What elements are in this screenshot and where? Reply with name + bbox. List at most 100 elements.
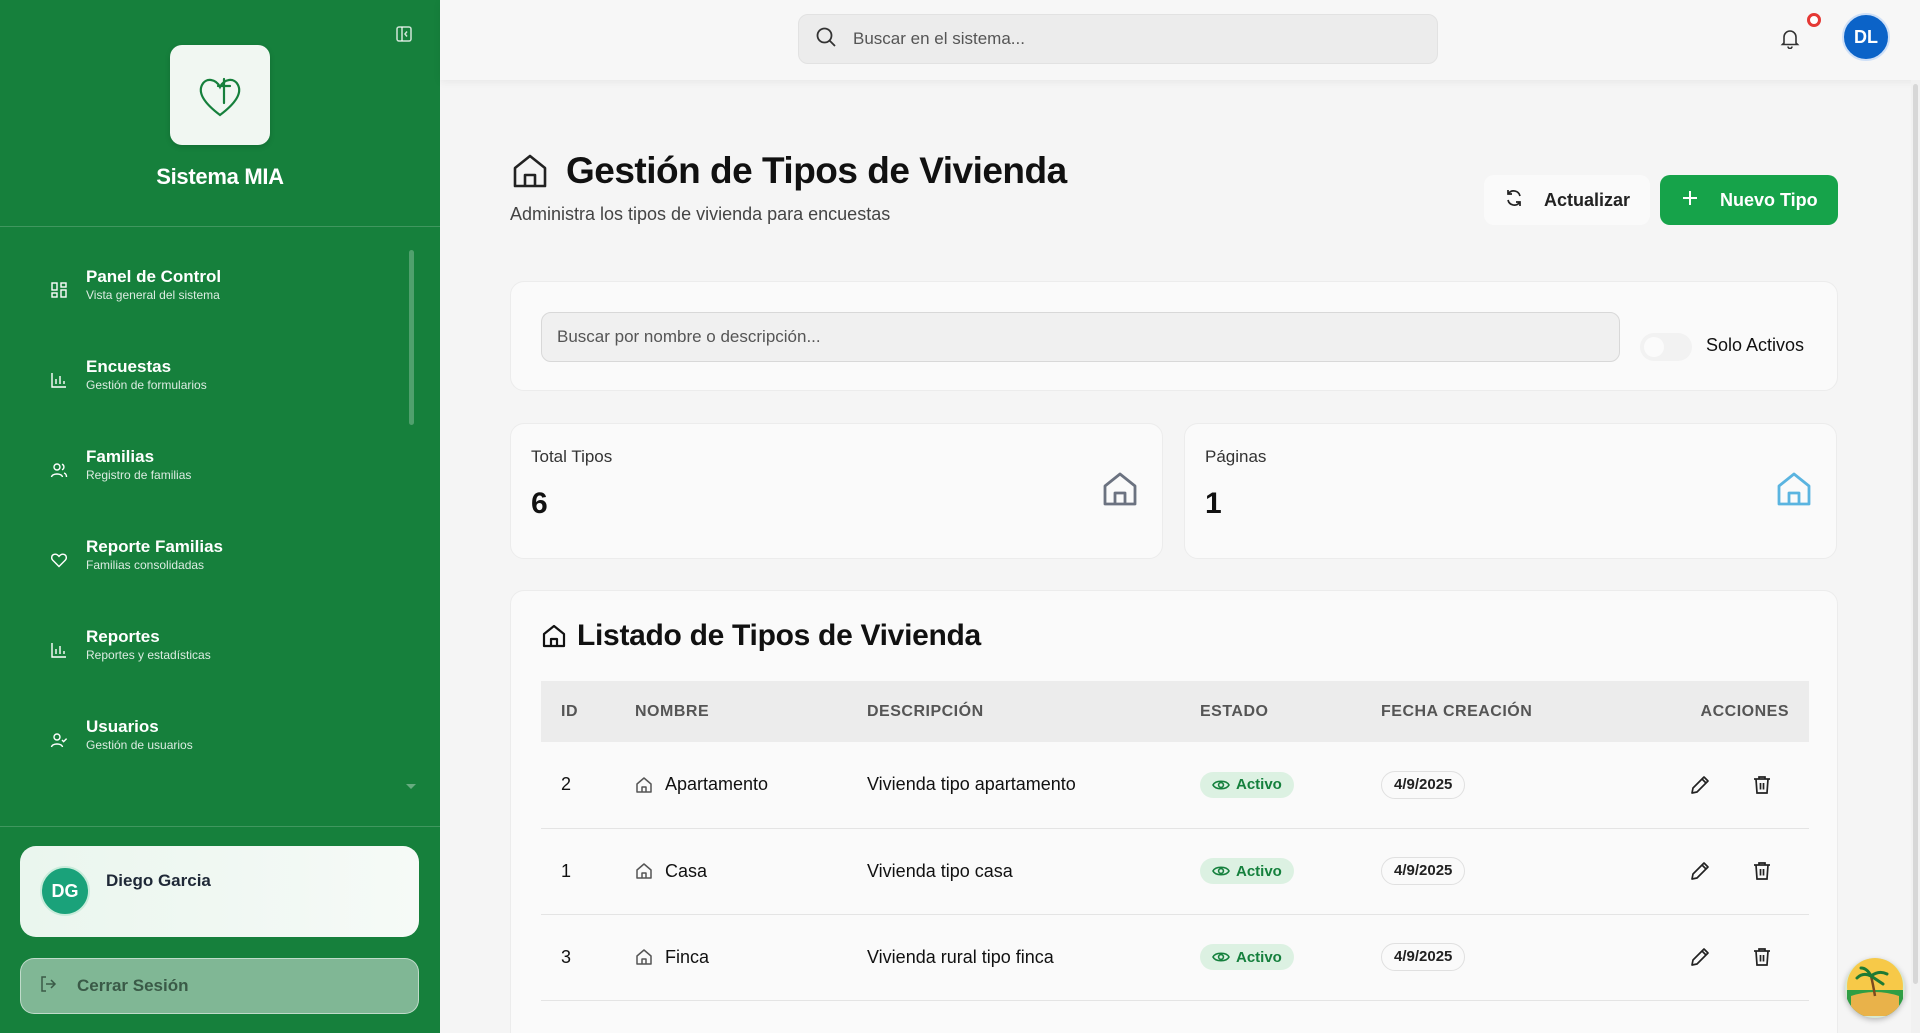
sidebar-item-subtitle: Registro de familias bbox=[86, 468, 192, 482]
home-icon bbox=[1100, 469, 1140, 509]
sidebar-item-subtitle: Familias consolidadas bbox=[86, 558, 205, 572]
filter-search-input[interactable] bbox=[541, 312, 1620, 362]
cell-actions bbox=[1591, 742, 1809, 829]
scroll-down-icon[interactable] bbox=[406, 784, 416, 789]
table-row: 2 Apartamento Vivienda tipo apartamento … bbox=[541, 742, 1809, 829]
trash-icon[interactable] bbox=[1751, 860, 1773, 882]
stat-card-total: Total Tipos 6 bbox=[510, 423, 1163, 559]
sidebar-collapse-icon[interactable] bbox=[394, 24, 414, 44]
home-icon bbox=[1774, 469, 1814, 509]
eye-icon bbox=[1212, 950, 1230, 964]
users-icon bbox=[48, 459, 70, 481]
sidebar-nav: Panel de Control Vista general del siste… bbox=[0, 240, 420, 780]
status-badge: Activo bbox=[1200, 771, 1294, 798]
assistant-fab[interactable] bbox=[1845, 958, 1905, 1018]
cell-actions bbox=[1591, 914, 1809, 1001]
cell-description: Vivienda rural tipo finca bbox=[847, 914, 1180, 1001]
island-icon bbox=[1845, 958, 1905, 1018]
cell-name: Apartamento bbox=[615, 742, 847, 829]
status-label: Activo bbox=[1236, 862, 1282, 880]
sidebar-item-title: Panel de Control bbox=[86, 267, 222, 286]
bell-icon[interactable] bbox=[1779, 27, 1803, 51]
stat-card-pages: Páginas 1 bbox=[1184, 423, 1837, 559]
header-avatar[interactable]: DL bbox=[1842, 13, 1890, 61]
home-icon bbox=[635, 862, 653, 880]
cell-status: Activo bbox=[1180, 742, 1361, 829]
column-header-acciones: ACCIONES bbox=[1700, 702, 1789, 720]
cell-id: 1 bbox=[541, 828, 615, 915]
edit-icon[interactable] bbox=[1689, 860, 1711, 882]
bar-chart-icon bbox=[48, 369, 70, 391]
cell-date: 4/9/2025 bbox=[1361, 914, 1591, 1001]
bar-chart-icon bbox=[48, 639, 70, 661]
sidebar-scrollbar[interactable] bbox=[409, 250, 414, 425]
app-logo bbox=[170, 45, 270, 145]
sidebar-item-title: Encuestas bbox=[86, 357, 172, 376]
cell-status: Activo bbox=[1180, 914, 1361, 1001]
cell-name: Finca bbox=[615, 914, 847, 1001]
column-header-descripcion[interactable]: DESCRIPCIÓN bbox=[847, 681, 1180, 742]
status-badge: Activo bbox=[1200, 858, 1294, 884]
date-pill: 4/9/2025 bbox=[1381, 770, 1466, 799]
sidebar-item-title: Reporte Familias bbox=[86, 537, 223, 556]
sidebar-item-encuestas[interactable]: Encuestas Gestión de formularios bbox=[0, 330, 420, 420]
sidebar-item-panel-de-control[interactable]: Panel de Control Vista general del siste… bbox=[0, 240, 420, 330]
page-header: Gestión de Tipos de Vivienda Administra … bbox=[510, 150, 1067, 225]
filter-card: Solo Activos bbox=[510, 281, 1838, 391]
home-icon bbox=[541, 623, 567, 649]
status-label: Activo bbox=[1236, 948, 1282, 966]
column-header-id[interactable]: ID bbox=[541, 681, 615, 742]
types-table: ID NOMBRE DESCRIPCIÓN ESTADO FECHA CREAC… bbox=[541, 681, 1809, 1001]
list-title: Listado de Tipos de Vivienda bbox=[541, 619, 981, 653]
page-title: Gestión de Tipos de Vivienda bbox=[566, 150, 1067, 191]
column-header-fecha[interactable]: FECHA CREACIÓN bbox=[1361, 681, 1591, 742]
global-search-input[interactable] bbox=[853, 29, 1393, 49]
refresh-icon bbox=[1504, 188, 1524, 213]
user-avatar: DG bbox=[40, 866, 90, 916]
trash-icon[interactable] bbox=[1751, 774, 1773, 796]
active-only-label: Solo Activos bbox=[1706, 335, 1805, 355]
sidebar-item-reportes[interactable]: Reportes Reportes y estadísticas bbox=[0, 600, 420, 690]
sidebar-item-subtitle: Gestión de formularios bbox=[86, 378, 207, 392]
edit-icon[interactable] bbox=[1689, 946, 1711, 968]
eye-icon bbox=[1212, 778, 1230, 792]
new-type-button[interactable]: Nuevo Tipo bbox=[1660, 175, 1838, 225]
sidebar: Sistema MIA Panel de Control Vista gener… bbox=[0, 0, 440, 1033]
sidebar-item-usuarios[interactable]: Usuarios Gestión de usuarios bbox=[0, 690, 420, 780]
sidebar-divider bbox=[0, 826, 440, 827]
row-name: Finca bbox=[665, 946, 710, 967]
global-search[interactable] bbox=[798, 14, 1438, 64]
row-name: Apartamento bbox=[665, 774, 769, 795]
active-only-toggle[interactable] bbox=[1640, 333, 1692, 361]
stat-value: 6 bbox=[531, 487, 548, 520]
date-pill: 4/9/2025 bbox=[1381, 857, 1466, 885]
page-scrollbar-thumb[interactable] bbox=[1913, 84, 1918, 984]
home-icon bbox=[510, 151, 550, 191]
date-pill: 4/9/2025 bbox=[1381, 943, 1466, 971]
home-icon bbox=[635, 948, 653, 966]
table-header-row: ID NOMBRE DESCRIPCIÓN ESTADO FECHA CREAC… bbox=[541, 681, 1809, 742]
sidebar-item-subtitle: Gestión de usuarios bbox=[86, 738, 193, 752]
column-header-estado[interactable]: ESTADO bbox=[1180, 681, 1361, 742]
sidebar-item-title: Familias bbox=[86, 447, 155, 466]
status-label: Activo bbox=[1236, 776, 1282, 794]
sidebar-item-reporte-familias[interactable]: Reporte Familias Familias consolidadas bbox=[0, 510, 420, 600]
refresh-button[interactable]: Actualizar bbox=[1484, 175, 1650, 225]
stat-value: 1 bbox=[1205, 487, 1222, 520]
edit-icon[interactable] bbox=[1689, 774, 1711, 796]
sidebar-divider bbox=[0, 226, 440, 227]
cell-id: 3 bbox=[541, 914, 615, 1001]
column-header-nombre[interactable]: NOMBRE bbox=[615, 681, 847, 742]
new-type-label: Nuevo Tipo bbox=[1720, 189, 1818, 210]
status-badge: Activo bbox=[1200, 944, 1294, 970]
cell-description: Vivienda tipo apartamento bbox=[847, 742, 1180, 829]
types-list-card: Listado de Tipos de Vivienda ID NOMBRE D… bbox=[510, 590, 1838, 1033]
user-check-icon bbox=[48, 729, 70, 751]
logout-button[interactable]: Cerrar Sesión bbox=[20, 958, 419, 1014]
trash-icon[interactable] bbox=[1751, 946, 1773, 968]
user-card[interactable]: DG Diego Garcia bbox=[20, 846, 419, 937]
plus-icon bbox=[1682, 190, 1698, 211]
sidebar-item-familias[interactable]: Familias Registro de familias bbox=[0, 420, 420, 510]
app-name: Sistema MIA bbox=[156, 164, 284, 189]
refresh-label: Actualizar bbox=[1544, 189, 1631, 210]
